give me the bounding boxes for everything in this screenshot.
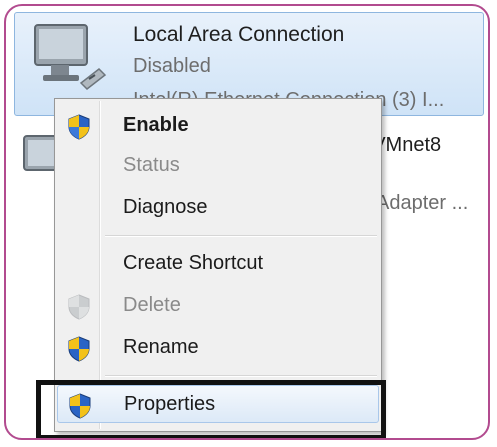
connection-status: Disabled <box>133 55 211 77</box>
menu-item-create-shortcut[interactable]: Create Shortcut <box>57 245 379 283</box>
menu-item-enable[interactable]: Enable <box>57 107 379 145</box>
network-adapter-icon <box>34 24 107 90</box>
menu-item-label: Status <box>123 154 180 176</box>
annotation-highlight-box <box>36 380 386 438</box>
menu-item-label: Diagnose <box>123 196 208 218</box>
menu-item-diagnose[interactable]: Diagnose <box>57 189 379 227</box>
adapter-label: Adapter ... <box>376 192 469 214</box>
menu-item-label: Enable <box>123 114 189 136</box>
uac-shield-icon <box>68 336 90 362</box>
menu-item-label: Create Shortcut <box>123 252 264 274</box>
menu-item-delete[interactable]: Delete <box>57 287 379 325</box>
menu-separator <box>105 235 377 237</box>
connection-title: Local Area Connection <box>133 23 345 46</box>
window-frame: Local Area Connection Disabled Intel(R) … <box>4 4 490 440</box>
menu-item-status[interactable]: Status <box>57 147 379 185</box>
menu-item-rename[interactable]: Rename <box>57 329 379 367</box>
uac-shield-icon <box>68 294 90 320</box>
menu-item-label: Delete <box>123 294 181 316</box>
menu-separator <box>105 375 377 377</box>
menu-item-label: Rename <box>123 336 199 358</box>
uac-shield-icon <box>68 114 90 140</box>
